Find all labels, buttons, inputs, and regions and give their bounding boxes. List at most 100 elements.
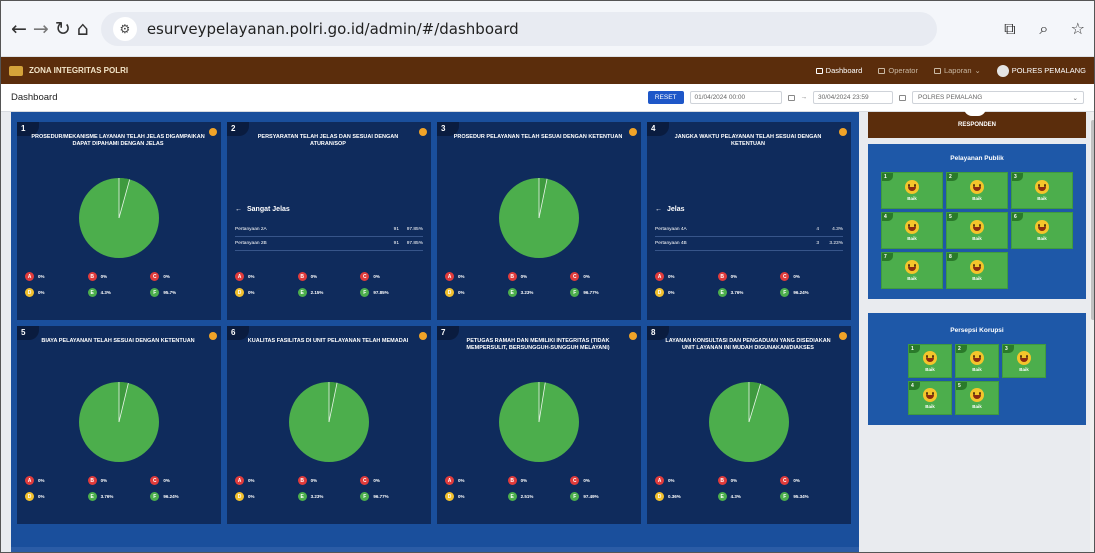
calendar-icon[interactable] (787, 94, 795, 101)
legend-item[interactable]: C 0% (570, 476, 633, 485)
legend-item[interactable]: C 0% (360, 476, 423, 485)
reset-button[interactable]: RESET (647, 91, 684, 104)
detail-header[interactable]: ← Jelas (655, 206, 843, 213)
legend-item[interactable]: B 0% (717, 476, 781, 485)
info-icon[interactable] (839, 128, 847, 136)
info-icon[interactable] (839, 332, 847, 340)
info-icon[interactable] (209, 332, 217, 340)
legend-item[interactable]: A 0% (25, 272, 88, 281)
rating-tile[interactable]: 6 Baik (1011, 212, 1073, 249)
nav-user[interactable]: POLRES PEMALANG (996, 64, 1086, 77)
rating-tile[interactable]: 4 Baik (881, 212, 943, 249)
legend-item[interactable]: D 0.36% (655, 492, 718, 501)
info-icon[interactable] (419, 332, 427, 340)
legend-item[interactable]: A 0% (445, 272, 508, 281)
legend-item[interactable]: E 2.15% (297, 288, 361, 297)
nav-operator[interactable]: Operator (878, 66, 918, 75)
rating-tile[interactable]: 4 Baik (908, 381, 952, 415)
legend-item[interactable]: C 0% (360, 272, 423, 281)
pie-chart[interactable] (709, 382, 789, 462)
legend-item[interactable]: F 96.77% (570, 288, 633, 297)
legend-item[interactable]: B 0% (507, 272, 571, 281)
legend-item[interactable]: F 96.24% (780, 288, 843, 297)
nav-dashboard[interactable]: Dashboard (815, 66, 862, 75)
legend-item[interactable]: E 3.76% (717, 288, 781, 297)
legend-item[interactable]: E 3.23% (507, 288, 571, 297)
legend-item[interactable]: F 95.7% (150, 288, 213, 297)
start-date-input[interactable]: 01/04/2024 00:00 (689, 91, 782, 104)
reload-icon[interactable]: ↻ (55, 15, 71, 43)
info-icon[interactable] (209, 128, 217, 136)
legend-item[interactable]: A 0% (445, 476, 508, 485)
rating-tile[interactable]: 3 Baik (1011, 172, 1073, 209)
calendar-icon[interactable] (899, 94, 906, 101)
legend-item[interactable]: C 0% (780, 476, 843, 485)
pie-chart[interactable] (79, 178, 159, 258)
legend-item[interactable]: F 96.24% (150, 492, 213, 501)
pie-chart[interactable] (499, 178, 579, 258)
legend-item[interactable]: B 0% (87, 272, 151, 281)
brand[interactable]: ZONA INTEGRITAS POLRI (9, 65, 128, 76)
detail-header[interactable]: ← Sangat Jelas (235, 206, 423, 213)
legend-item[interactable]: A 0% (235, 272, 298, 281)
rating-tile[interactable]: 7 Baik (881, 252, 943, 289)
info-icon[interactable] (629, 128, 637, 136)
address-bar[interactable]: ⚙ esurveypelayanan.polri.go.id/admin/#/d… (100, 11, 937, 46)
legend-item[interactable]: C 0% (570, 272, 633, 281)
legend-item[interactable]: D 0% (655, 288, 718, 297)
legend-item[interactable]: F 96.77% (360, 492, 423, 501)
install-app-icon[interactable]: ⧉ (999, 18, 1021, 40)
legend-item[interactable]: D 0% (25, 492, 88, 501)
legend-item[interactable]: B 0% (717, 272, 781, 281)
pie-chart[interactable] (499, 382, 579, 462)
legend-item[interactable]: A 0% (25, 476, 88, 485)
pie-chart[interactable] (79, 382, 159, 462)
legend-item[interactable]: B 0% (297, 476, 361, 485)
rating-tile[interactable]: 3 Baik (1002, 344, 1046, 378)
rating-tile[interactable]: 2 Baik (955, 344, 999, 378)
legend-item[interactable]: F 97.85% (360, 288, 423, 297)
scrollbar-thumb[interactable] (1091, 120, 1094, 320)
rating-tile[interactable]: 5 Baik (946, 212, 1008, 249)
back-icon[interactable]: ← (11, 15, 27, 43)
legend-item[interactable]: E 4.3% (87, 288, 151, 297)
legend-item[interactable]: B 0% (507, 476, 571, 485)
bookmark-star-icon[interactable]: ☆ (1067, 18, 1089, 40)
rating-tile[interactable]: 1 Baik (908, 344, 952, 378)
info-icon[interactable] (629, 332, 637, 340)
legend-item[interactable]: D 0% (445, 288, 508, 297)
site-info-icon[interactable]: ⚙ (112, 16, 137, 41)
responden-button[interactable]: RESPONDEN (868, 108, 1086, 138)
rating-tile[interactable]: 2 Baik (946, 172, 1008, 209)
forward-icon[interactable]: → (33, 15, 49, 43)
legend-item[interactable]: D 0% (235, 492, 298, 501)
scrollbar[interactable] (1090, 112, 1094, 552)
rating-tile[interactable]: 1 Baik (881, 172, 943, 209)
home-icon[interactable]: ⌂ (77, 15, 89, 43)
legend-item[interactable]: C 0% (150, 476, 213, 485)
rating-tile[interactable]: 8 Baik (946, 252, 1008, 289)
pie-chart[interactable] (289, 382, 369, 462)
legend-item[interactable]: C 0% (150, 272, 213, 281)
nav-laporan[interactable]: Laporan ⌄ (933, 66, 981, 75)
legend-item[interactable]: D 0% (445, 492, 508, 501)
legend-item[interactable]: F 95.34% (780, 492, 843, 501)
legend-item[interactable]: B 0% (87, 476, 151, 485)
legend-item[interactable]: E 2.51% (507, 492, 571, 501)
legend-item[interactable]: D 0% (235, 288, 298, 297)
legend-item[interactable]: A 0% (235, 476, 298, 485)
legend-item[interactable]: A 0% (655, 476, 718, 485)
legend-item[interactable]: D 0% (25, 288, 88, 297)
legend-item[interactable]: A 0% (655, 272, 718, 281)
info-icon[interactable] (419, 128, 427, 136)
end-date-input[interactable]: 30/04/2024 23:59 (813, 91, 893, 104)
legend-item[interactable]: F 97.49% (570, 492, 633, 501)
legend-item[interactable]: B 0% (297, 272, 361, 281)
legend-item[interactable]: E 4.3% (717, 492, 781, 501)
unit-select[interactable]: POLRES PEMALANG ⌄ (912, 91, 1084, 104)
zoom-icon[interactable]: ⌕ (1033, 18, 1055, 40)
legend-item[interactable]: E 3.23% (297, 492, 361, 501)
legend-item[interactable]: C 0% (780, 272, 843, 281)
rating-tile[interactable]: 5 Baik (955, 381, 999, 415)
legend-item[interactable]: E 3.76% (87, 492, 151, 501)
